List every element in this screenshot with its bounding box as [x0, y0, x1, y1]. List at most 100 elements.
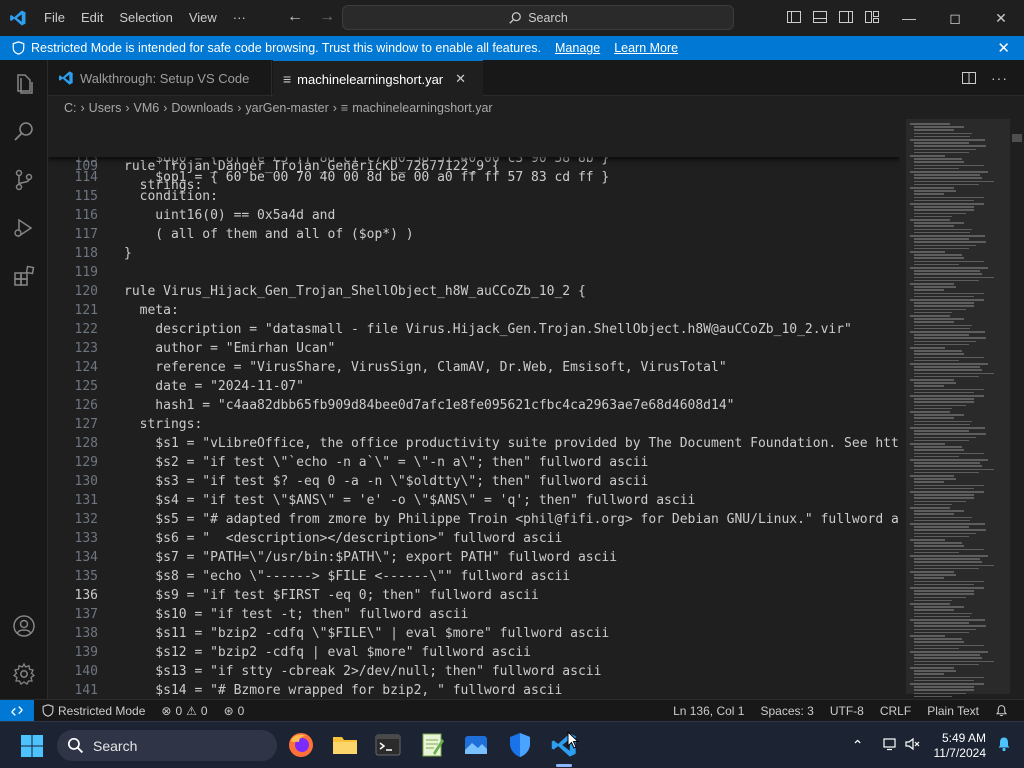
close-window-icon[interactable]: ✕ [978, 0, 1024, 36]
run-debug-icon[interactable] [12, 216, 36, 240]
code-line[interactable]: 141 $s14 = "# Bzmore wrapped for bzip2, … [48, 681, 900, 699]
accounts-icon[interactable] [12, 614, 36, 638]
encoding[interactable]: UTF-8 [822, 704, 872, 718]
code-line[interactable]: 131 $s4 = "if test \"$ANS\" = 'e' -o \"$… [48, 491, 900, 510]
code-line[interactable]: 136 $s9 = "if test $FIRST -eq 0; then" f… [48, 586, 900, 605]
file-explorer-icon[interactable] [331, 731, 359, 759]
breadcrumb: C: › Users › VM6 › Downloads › yarGen-master… [48, 97, 1024, 119]
menu-edit[interactable]: Edit [73, 0, 111, 36]
sticky-line[interactable]: 102 rule Trojan_Danger_Trojan_GenericKD_… [48, 119, 900, 174]
ports-status[interactable]: ⊛ 0 [216, 704, 253, 718]
firefox-icon[interactable] [287, 731, 315, 759]
more-actions-icon[interactable]: ··· [991, 70, 1008, 89]
defender-shield-icon[interactable] [506, 731, 534, 759]
code-line[interactable]: 132 $s5 = "# adapted from zmore by Phili… [48, 510, 900, 529]
toggle-panel-icon[interactable] [812, 9, 828, 25]
minimize-icon[interactable]: — [886, 0, 932, 36]
code-line[interactable]: 140 $s13 = "if stty -cbreak 2>/dev/null;… [48, 662, 900, 681]
toggle-secondary-sidebar-icon[interactable] [838, 9, 854, 25]
code-line[interactable]: 125 date = "2024-11-07" [48, 377, 900, 396]
terminal-icon[interactable] [374, 731, 402, 759]
code-line[interactable]: 121 meta: [48, 301, 900, 320]
code-line[interactable]: 117 ( all of them and all of ($op*) ) [48, 225, 900, 244]
forward-arrow-icon[interactable]: → [317, 8, 337, 26]
problems-status[interactable]: ⊗ 0 ⚠ 0 [153, 704, 215, 718]
indentation[interactable]: Spaces: 3 [752, 704, 821, 718]
manage-gear-icon[interactable] [12, 662, 36, 686]
cursor-position[interactable]: Ln 136, Col 1 [665, 704, 752, 718]
code-line[interactable]: 133 $s6 = " <description></description>"… [48, 529, 900, 548]
remote-icon[interactable] [0, 699, 34, 722]
clock[interactable]: 5:49 AM 11/7/2024 [934, 731, 987, 761]
search-icon [67, 737, 84, 754]
manage-link[interactable]: Manage [555, 41, 600, 55]
breadcrumb-item[interactable]: Downloads [171, 101, 233, 115]
notepad-plus-icon[interactable] [418, 731, 446, 759]
minimap[interactable] [906, 119, 1010, 699]
line-number: 137 [74, 607, 98, 622]
code-line[interactable]: 135 $s8 = "echo \"------> $FILE <------\… [48, 567, 900, 586]
code-text: $s10 = "if test -t; then" fullword ascii [124, 607, 469, 622]
maximize-icon[interactable]: ◻ [932, 0, 978, 36]
volume-muted-icon[interactable] [904, 736, 920, 755]
code-line[interactable]: 116 uint16(0) == 0x5a4d and [48, 206, 900, 225]
learn-more-link[interactable]: Learn More [614, 41, 678, 55]
code-line[interactable]: 139 $s12 = "bzip2 -cdfq | eval $more" fu… [48, 643, 900, 662]
code-line[interactable]: 128 $s1 = "vLibreOffice, the office prod… [48, 434, 900, 453]
breadcrumb-item[interactable]: machinelearningshort.yar [352, 101, 492, 115]
back-arrow-icon[interactable]: ← [285, 8, 305, 26]
breadcrumb-item[interactable]: C: [64, 101, 77, 115]
sticky-line[interactable]: 109 strings: [48, 138, 900, 193]
customize-layout-icon[interactable] [864, 9, 880, 25]
source-control-icon[interactable] [12, 168, 36, 192]
language-mode[interactable]: Plain Text [919, 704, 987, 718]
network-icon[interactable] [882, 736, 898, 755]
line-number: 138 [74, 626, 98, 641]
photos-icon[interactable] [462, 731, 490, 759]
line-ending[interactable]: CRLF [872, 704, 919, 718]
restricted-mode-status[interactable]: Restricted Mode [34, 704, 153, 718]
line-number: 129 [74, 455, 98, 470]
code-line[interactable]: 138 $s11 = "bzip2 -cdfq \"$FILE\" | eval… [48, 624, 900, 643]
code-editor[interactable]: 102 rule Trojan_Danger_Trojan_GenericKD_… [48, 119, 900, 699]
code-line[interactable]: 134 $s7 = "PATH=\"/usr/bin:$PATH\"; expo… [48, 548, 900, 567]
code-text: uint16(0) == 0x5a4d and [124, 208, 336, 223]
menu-file[interactable]: File [36, 0, 73, 36]
code-line[interactable]: 120 rule Virus_Hijack_Gen_Trojan_ShellObj… [48, 282, 900, 301]
code-line[interactable]: 137 $s10 = "if test -t; then" fullword a… [48, 605, 900, 624]
minimap-slider[interactable] [906, 119, 1010, 694]
tab-machinelearningshort[interactable]: ≡ machinelearningshort.yar ✕ [273, 60, 483, 97]
breadcrumb-item[interactable]: yarGen-master [245, 101, 328, 115]
extensions-icon[interactable] [12, 264, 36, 288]
toggle-primary-sidebar-icon[interactable] [786, 9, 802, 25]
split-editor-icon[interactable] [961, 70, 977, 89]
chevron-up-icon[interactable]: ⌃ [852, 737, 864, 754]
line-number: 117 [74, 227, 98, 242]
close-tab-icon[interactable]: ✕ [455, 71, 466, 87]
code-line[interactable]: 122 description = "datasmall - file Viru… [48, 320, 900, 339]
explorer-icon[interactable] [12, 72, 36, 96]
code-line[interactable]: 129 $s2 = "if test \"`echo -n a`\" = \"-… [48, 453, 900, 472]
code-line[interactable]: 118} [48, 244, 900, 263]
code-line[interactable]: 119 [48, 263, 900, 282]
notification-bell-icon[interactable] [996, 736, 1012, 755]
command-center-search[interactable]: Search [342, 5, 734, 30]
tab-walkthrough[interactable]: Walkthrough: Setup VS Code [48, 60, 272, 96]
search-view-icon[interactable] [12, 120, 36, 144]
menu-selection[interactable]: Selection [111, 0, 180, 36]
code-line[interactable]: 126 hash1 = "c4aa82dbb65fb909d84bee0d7af… [48, 396, 900, 415]
breadcrumb-item[interactable]: VM6 [134, 101, 160, 115]
menu-more[interactable]: ··· [225, 0, 254, 36]
code-line[interactable]: 124 reference = "VirusShare, VirusSign, … [48, 358, 900, 377]
close-banner-icon[interactable]: ✕ [997, 39, 1010, 57]
code-line[interactable]: 123 author = "Emirhan Ucan" [48, 339, 900, 358]
code-line[interactable]: 127 strings: [48, 415, 900, 434]
warning-count: 0 [200, 703, 208, 718]
code-line[interactable]: 130 $s3 = "if test $? -eq 0 -a -n \"$old… [48, 472, 900, 491]
taskbar-search[interactable]: Search [57, 730, 277, 761]
menu-view[interactable]: View [181, 0, 225, 36]
breadcrumb-item[interactable]: Users [89, 101, 122, 115]
notifications-bell-icon[interactable] [987, 704, 1016, 717]
windows-start-icon[interactable] [20, 734, 44, 763]
scrollbar-thumb[interactable] [1012, 134, 1022, 142]
